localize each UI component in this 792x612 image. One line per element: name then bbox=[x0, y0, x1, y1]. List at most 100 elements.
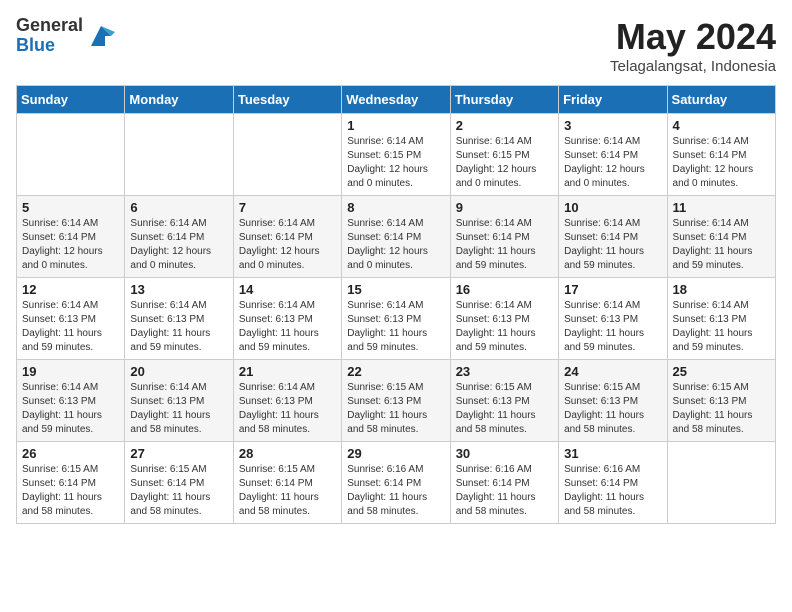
day-number: 12 bbox=[22, 282, 119, 297]
day-info: Sunrise: 6:14 AM Sunset: 6:13 PM Dayligh… bbox=[239, 299, 336, 355]
day-info: Sunrise: 6:14 AM Sunset: 6:14 PM Dayligh… bbox=[22, 217, 119, 273]
day-info: Sunrise: 6:15 AM Sunset: 6:14 PM Dayligh… bbox=[22, 463, 119, 519]
calendar-cell: 3Sunrise: 6:14 AM Sunset: 6:14 PM Daylig… bbox=[559, 114, 667, 196]
calendar-table: SundayMondayTuesdayWednesdayThursdayFrid… bbox=[16, 85, 776, 524]
calendar-cell: 18 Sunrise: 6:14 AM Sunset: 6:13 PM Dayli… bbox=[667, 278, 775, 360]
day-number: 17 bbox=[564, 282, 661, 297]
calendar-header-row: SundayMondayTuesdayWednesdayThursdayFrid… bbox=[17, 86, 776, 114]
calendar-cell bbox=[233, 114, 341, 196]
calendar-day-header: Friday bbox=[559, 86, 667, 114]
day-info: Sunrise: 6:15 AM Sunset: 6:14 PM Dayligh… bbox=[130, 463, 227, 519]
day-info: Sunrise: 6:15 AM Sunset: 6:13 PM Dayligh… bbox=[347, 381, 444, 437]
day-info: Sunrise: 6:14 AM Sunset: 6:13 PM Dayligh… bbox=[347, 299, 444, 355]
day-number: 26 bbox=[22, 446, 119, 461]
calendar-cell: 6 Sunrise: 6:14 AM Sunset: 6:14 PM Daylig… bbox=[125, 196, 233, 278]
calendar-week-row: 19 Sunrise: 6:14 AM Sunset: 6:13 PM Dayli… bbox=[17, 360, 776, 442]
calendar-cell: 14 Sunrise: 6:14 AM Sunset: 6:13 PM Dayli… bbox=[233, 278, 341, 360]
day-number: 18 bbox=[673, 282, 770, 297]
calendar-cell bbox=[17, 114, 125, 196]
day-number: 20 bbox=[130, 364, 227, 379]
calendar-cell: 19 Sunrise: 6:14 AM Sunset: 6:13 PM Dayli… bbox=[17, 360, 125, 442]
calendar-cell: 23Sunrise: 6:15 AM Sunset: 6:13 PM Dayli… bbox=[450, 360, 558, 442]
day-number: 1 bbox=[347, 118, 444, 133]
day-number: 11 bbox=[673, 200, 770, 215]
day-info: Sunrise: 6:14 AM Sunset: 6:14 PM Dayligh… bbox=[347, 217, 444, 273]
calendar-cell: 17 Sunrise: 6:14 AM Sunset: 6:13 PM Dayli… bbox=[559, 278, 667, 360]
calendar-day-header: Tuesday bbox=[233, 86, 341, 114]
day-info: Sunrise: 6:14 AM Sunset: 6:13 PM Dayligh… bbox=[564, 299, 661, 355]
day-info: Sunrise: 6:14 AM Sunset: 6:13 PM Dayligh… bbox=[130, 381, 227, 437]
day-info: Sunrise: 6:14 AM Sunset: 6:14 PM Dayligh… bbox=[673, 217, 770, 273]
day-number: 2 bbox=[456, 118, 553, 133]
calendar-cell: 15 Sunrise: 6:14 AM Sunset: 6:13 PM Dayli… bbox=[342, 278, 450, 360]
day-number: 14 bbox=[239, 282, 336, 297]
day-number: 10 bbox=[564, 200, 661, 215]
day-number: 4 bbox=[673, 118, 770, 133]
day-number: 21 bbox=[239, 364, 336, 379]
day-number: 27 bbox=[130, 446, 227, 461]
day-number: 8 bbox=[347, 200, 444, 215]
day-number: 15 bbox=[347, 282, 444, 297]
calendar-day-header: Saturday bbox=[667, 86, 775, 114]
day-number: 23 bbox=[456, 364, 553, 379]
calendar-cell: 27 Sunrise: 6:15 AM Sunset: 6:14 PM Dayli… bbox=[125, 442, 233, 524]
calendar-day-header: Sunday bbox=[17, 86, 125, 114]
day-number: 22 bbox=[347, 364, 444, 379]
day-number: 9 bbox=[456, 200, 553, 215]
day-info: Sunrise: 6:14 AM Sunset: 6:13 PM Dayligh… bbox=[673, 299, 770, 355]
day-info: Sunrise: 6:14 AM Sunset: 6:14 PM Dayligh… bbox=[673, 135, 770, 191]
day-number: 7 bbox=[239, 200, 336, 215]
day-number: 5 bbox=[22, 200, 119, 215]
calendar-day-header: Thursday bbox=[450, 86, 558, 114]
calendar-cell: 12 Sunrise: 6:14 AM Sunset: 6:13 PM Dayli… bbox=[17, 278, 125, 360]
logo: General Blue bbox=[16, 16, 115, 56]
calendar-cell: 9 Sunrise: 6:14 AM Sunset: 6:14 PM Daylig… bbox=[450, 196, 558, 278]
calendar-week-row: 5 Sunrise: 6:14 AM Sunset: 6:14 PM Daylig… bbox=[17, 196, 776, 278]
calendar-cell: 8 Sunrise: 6:14 AM Sunset: 6:14 PM Daylig… bbox=[342, 196, 450, 278]
day-info: Sunrise: 6:16 AM Sunset: 6:14 PM Dayligh… bbox=[456, 463, 553, 519]
day-info: Sunrise: 6:14 AM Sunset: 6:14 PM Dayligh… bbox=[564, 217, 661, 273]
day-info: Sunrise: 6:14 AM Sunset: 6:14 PM Dayligh… bbox=[239, 217, 336, 273]
day-info: Sunrise: 6:14 AM Sunset: 6:13 PM Dayligh… bbox=[22, 299, 119, 355]
day-number: 19 bbox=[22, 364, 119, 379]
day-info: Sunrise: 6:14 AM Sunset: 6:13 PM Dayligh… bbox=[239, 381, 336, 437]
page-header: General Blue May 2024 Telagalangsat, Ind… bbox=[16, 16, 776, 75]
calendar-cell: 22 Sunrise: 6:15 AM Sunset: 6:13 PM Dayli… bbox=[342, 360, 450, 442]
day-info: Sunrise: 6:14 AM Sunset: 6:14 PM Dayligh… bbox=[130, 217, 227, 273]
day-info: Sunrise: 6:15 AM Sunset: 6:14 PM Dayligh… bbox=[239, 463, 336, 519]
calendar-cell: 10 Sunrise: 6:14 AM Sunset: 6:14 PM Dayli… bbox=[559, 196, 667, 278]
day-info: Sunrise: 6:14 AM Sunset: 6:13 PM Dayligh… bbox=[456, 299, 553, 355]
day-info: Sunrise: 6:14 AM Sunset: 6:13 PM Dayligh… bbox=[130, 299, 227, 355]
calendar-day-header: Monday bbox=[125, 86, 233, 114]
day-number: 24 bbox=[564, 364, 661, 379]
logo-icon bbox=[87, 22, 115, 50]
calendar-week-row: 1 Sunrise: 6:14 AM Sunset: 6:15 PM Daylig… bbox=[17, 114, 776, 196]
calendar-cell: 2Sunrise: 6:14 AM Sunset: 6:15 PM Daylig… bbox=[450, 114, 558, 196]
day-info: Sunrise: 6:14 AM Sunset: 6:14 PM Dayligh… bbox=[456, 217, 553, 273]
calendar-cell bbox=[125, 114, 233, 196]
calendar-cell: 29 Sunrise: 6:16 AM Sunset: 6:14 PM Dayli… bbox=[342, 442, 450, 524]
day-number: 29 bbox=[347, 446, 444, 461]
day-info: Sunrise: 6:14 AM Sunset: 6:15 PM Dayligh… bbox=[347, 135, 444, 191]
day-info: Sunrise: 6:14 AM Sunset: 6:13 PM Dayligh… bbox=[22, 381, 119, 437]
location-subtitle: Telagalangsat, Indonesia bbox=[610, 58, 776, 75]
calendar-cell: 4 Sunrise: 6:14 AM Sunset: 6:14 PM Daylig… bbox=[667, 114, 775, 196]
day-info: Sunrise: 6:15 AM Sunset: 6:13 PM Dayligh… bbox=[564, 381, 661, 437]
day-number: 31 bbox=[564, 446, 661, 461]
day-info: Sunrise: 6:15 AM Sunset: 6:13 PM Dayligh… bbox=[673, 381, 770, 437]
day-info: Sunrise: 6:16 AM Sunset: 6:14 PM Dayligh… bbox=[347, 463, 444, 519]
calendar-cell: 11 Sunrise: 6:14 AM Sunset: 6:14 PM Dayli… bbox=[667, 196, 775, 278]
calendar-cell: 30 Sunrise: 6:16 AM Sunset: 6:14 PM Dayli… bbox=[450, 442, 558, 524]
calendar-cell: 24 Sunrise: 6:15 AM Sunset: 6:13 PM Dayli… bbox=[559, 360, 667, 442]
calendar-cell: 13Sunrise: 6:14 AM Sunset: 6:13 PM Dayli… bbox=[125, 278, 233, 360]
day-info: Sunrise: 6:16 AM Sunset: 6:14 PM Dayligh… bbox=[564, 463, 661, 519]
calendar-week-row: 26 Sunrise: 6:15 AM Sunset: 6:14 PM Dayli… bbox=[17, 442, 776, 524]
calendar-cell: 26 Sunrise: 6:15 AM Sunset: 6:14 PM Dayli… bbox=[17, 442, 125, 524]
calendar-cell: 28Sunrise: 6:15 AM Sunset: 6:14 PM Dayli… bbox=[233, 442, 341, 524]
calendar-cell: 16Sunrise: 6:14 AM Sunset: 6:13 PM Dayli… bbox=[450, 278, 558, 360]
day-number: 30 bbox=[456, 446, 553, 461]
calendar-cell bbox=[667, 442, 775, 524]
day-number: 6 bbox=[130, 200, 227, 215]
calendar-cell: 7 Sunrise: 6:14 AM Sunset: 6:14 PM Daylig… bbox=[233, 196, 341, 278]
title-block: May 2024 Telagalangsat, Indonesia bbox=[610, 16, 776, 75]
